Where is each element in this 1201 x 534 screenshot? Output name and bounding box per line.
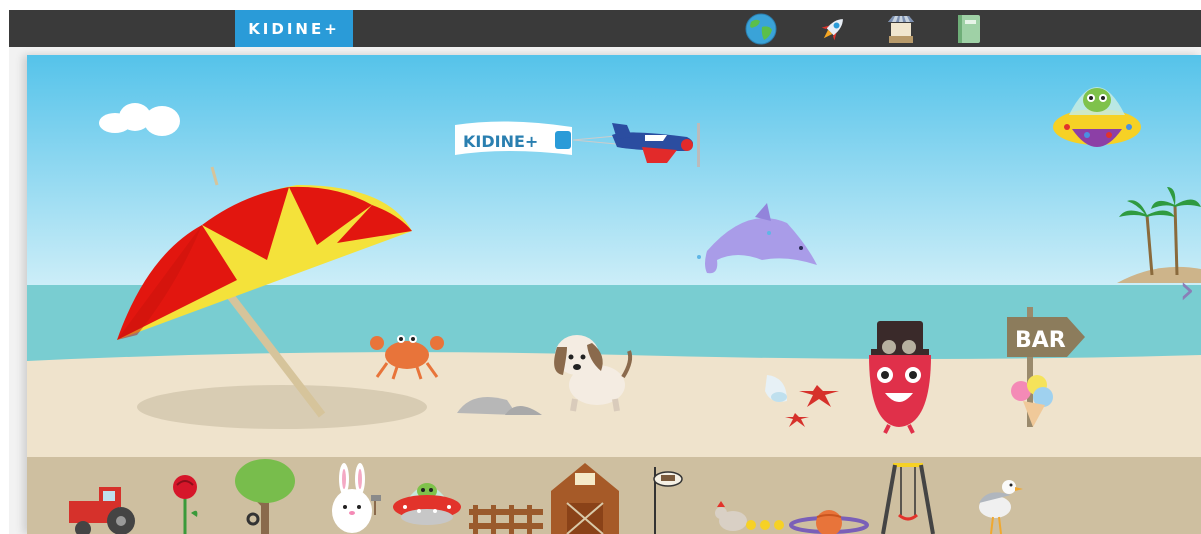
brand-label: KIDINE+ [248,19,340,38]
notebook-icon[interactable] [953,13,985,45]
rocket-icon[interactable] [817,13,849,45]
next-scene-arrow[interactable]: › [1179,267,1195,313]
brand-logo[interactable]: KIDINE+ [235,10,353,47]
umbrella-shadow [137,385,427,429]
top-bar: KIDINE+ [9,10,1201,47]
bar-sign-text: BAR [1015,328,1066,353]
beach-scene: KIDINE+ › BAR [27,55,1201,534]
scene-container: KIDINE+ › BAR [9,47,1201,534]
market-stall-icon[interactable] [885,13,917,45]
banner-text: KIDINE+ [463,132,538,151]
globe-icon[interactable] [745,13,777,45]
